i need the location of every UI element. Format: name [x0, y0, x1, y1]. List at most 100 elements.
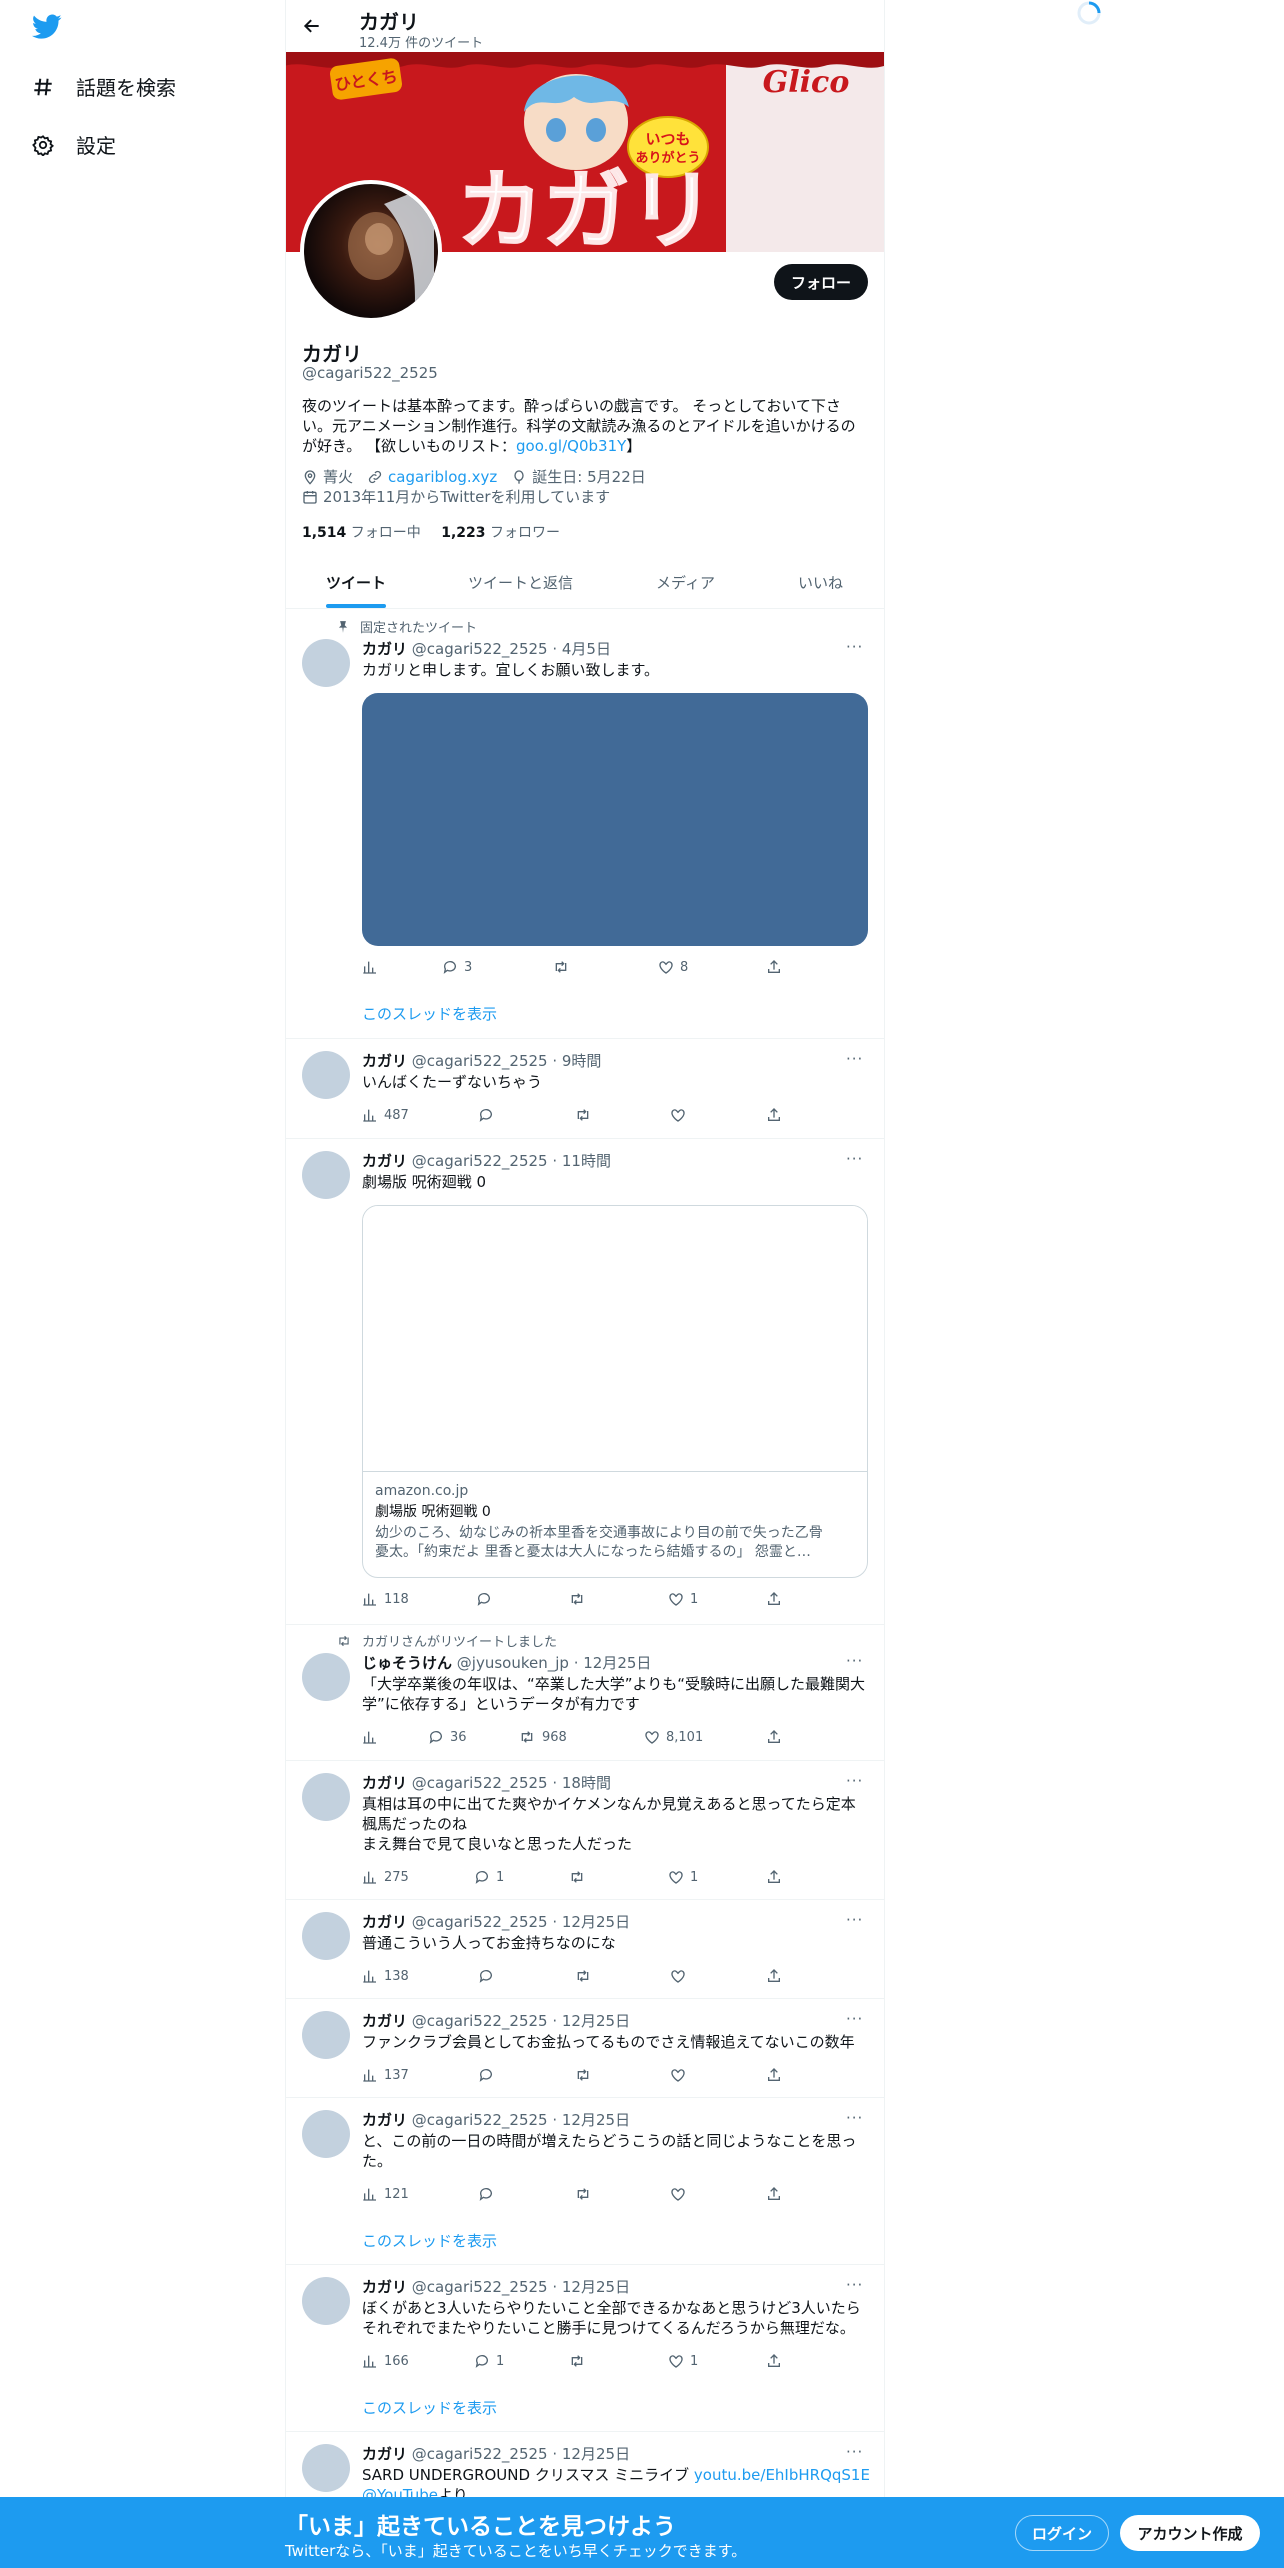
more-icon[interactable]: ···	[846, 1911, 863, 1929]
tab-media[interactable]: メディア	[656, 555, 715, 609]
tweet[interactable]: カガリ @cagari522_2525 · 12月25日 ··· と、この前の一…	[286, 2098, 884, 2265]
like-button[interactable]	[670, 1968, 692, 1984]
retweet-button[interactable]	[574, 2186, 598, 2202]
reply-button[interactable]: 1	[474, 1869, 504, 1885]
tweet-avatar[interactable]	[302, 1773, 350, 1821]
reply-button[interactable]	[478, 2067, 500, 2083]
views-button[interactable]: 121	[362, 2186, 409, 2202]
share-button[interactable]	[766, 1591, 788, 1607]
views-button[interactable]	[362, 1729, 384, 1745]
link-card[interactable]: amazon.co.jp 劇場版 呪術廻戦 0 幼少のころ、幼なじみの祈本里香を…	[362, 1205, 868, 1578]
tweet-link[interactable]: youtu.be/EhIbHRQqS1E	[694, 2466, 870, 2484]
tweet-media[interactable]	[362, 693, 868, 946]
followers-link[interactable]: 1,223 フォロワー	[441, 525, 560, 541]
share-button[interactable]	[766, 2353, 788, 2369]
views-button[interactable]: 137	[362, 2067, 409, 2083]
tweet-avatar[interactable]	[302, 1151, 350, 1199]
tweet[interactable]: カガリ @cagari522_2525 · 12月25日 ··· 普通こういう人…	[286, 1900, 884, 1999]
reply-button[interactable]: 1	[474, 2353, 504, 2369]
show-thread-link[interactable]: このスレッドを表示	[362, 2230, 497, 2251]
more-icon[interactable]: ···	[846, 1652, 863, 1670]
tweet[interactable]: 固定されたツイート カガリ @cagari522_2525 · 4月5日 ···…	[286, 609, 884, 1039]
more-icon[interactable]: ···	[846, 1772, 863, 1790]
signup-button[interactable]: アカウント作成	[1120, 2515, 1260, 2551]
share-button[interactable]	[766, 1968, 788, 1984]
share-button[interactable]	[766, 2186, 788, 2202]
reply-button[interactable]: 3	[442, 959, 472, 975]
back-arrow-icon[interactable]	[302, 16, 322, 36]
views-button[interactable]: 487	[362, 1107, 409, 1123]
views-button[interactable]: 275	[362, 1869, 409, 1885]
retweet-button[interactable]	[574, 2067, 598, 2083]
share-button[interactable]	[766, 2067, 788, 2083]
retweet-button[interactable]	[568, 1591, 592, 1607]
following-link[interactable]: 1,514 フォロー中	[302, 525, 421, 541]
share-button[interactable]	[766, 959, 788, 975]
like-button[interactable]: 1	[668, 2353, 698, 2369]
nav-settings[interactable]: 設定	[32, 130, 116, 159]
like-button[interactable]: 8,101	[644, 1729, 703, 1745]
retweet-button[interactable]	[574, 1968, 598, 1984]
views-button[interactable]: 138	[362, 1968, 409, 1984]
more-icon[interactable]: ···	[846, 2109, 863, 2127]
reply-button[interactable]	[476, 1591, 498, 1607]
tweet-avatar[interactable]	[302, 1653, 350, 1701]
retweet-button[interactable]	[552, 959, 576, 975]
share-button[interactable]	[766, 1869, 788, 1885]
tweet[interactable]: カガリ @cagari522_2525 · 18時間 ··· 真相は耳の中に出て…	[286, 1761, 884, 1900]
tweet[interactable]: カガリ @cagari522_2525 · 12月25日 ··· ファンクラブ会…	[286, 1999, 884, 2098]
show-thread-link[interactable]: このスレッドを表示	[362, 1003, 497, 1024]
more-icon[interactable]: ···	[846, 2010, 863, 2028]
like-button[interactable]	[670, 2186, 692, 2202]
like-button[interactable]	[670, 1107, 692, 1123]
tweet[interactable]: カガリさんがリツイートしました じゅそうけん @jyusouken_jp · 1…	[286, 1625, 884, 1761]
more-icon[interactable]: ···	[846, 1150, 863, 1168]
nav-explore[interactable]: 話題を検索	[32, 72, 176, 101]
views-button[interactable]: 118	[362, 1591, 409, 1607]
tweet-avatar[interactable]	[302, 2444, 350, 2492]
tab-tweets[interactable]: ツイート	[326, 555, 386, 609]
tweet-avatar[interactable]	[302, 639, 350, 687]
signup-banner-subtitle: Twitterなら、「いま」起きていることをいち早くチェックできます。	[285, 2542, 747, 2560]
views-button[interactable]	[362, 959, 384, 975]
tweet-avatar[interactable]	[302, 1912, 350, 1960]
reply-button[interactable]: 36	[428, 1729, 467, 1745]
bio-wishlist-link[interactable]: goo.gl/Q0b31Y	[516, 437, 626, 455]
tweet-actions: 275 1 1	[362, 1869, 782, 1889]
retweet-button[interactable]	[574, 1107, 598, 1123]
tweet-avatar[interactable]	[302, 1051, 350, 1099]
tweet-meta: @cagari522_2525 · 4月5日	[411, 640, 611, 658]
twitter-logo-icon[interactable]	[32, 14, 62, 40]
tweet-avatar[interactable]	[302, 2110, 350, 2158]
profile-avatar[interactable]	[300, 180, 442, 322]
more-icon[interactable]: ···	[846, 2443, 863, 2461]
more-icon[interactable]: ···	[846, 638, 863, 656]
reply-icon	[479, 1970, 492, 1983]
reply-button[interactable]	[478, 1968, 500, 1984]
like-button[interactable]: 1	[668, 1591, 698, 1607]
reply-button[interactable]	[478, 2186, 500, 2202]
share-button[interactable]	[766, 1107, 788, 1123]
tweet[interactable]: カガリ @cagari522_2525 · 9時間 ··· いんばくたーずないち…	[286, 1039, 884, 1139]
tab-tweets-replies[interactable]: ツイートと返信	[468, 555, 573, 609]
login-button[interactable]: ログイン	[1015, 2515, 1109, 2551]
tweet-avatar[interactable]	[302, 2011, 350, 2059]
show-thread-link[interactable]: このスレッドを表示	[362, 2397, 497, 2418]
retweet-button[interactable]	[568, 2353, 592, 2369]
tweet[interactable]: カガリ @cagari522_2525 · 11時間 ··· 劇場版 呪術廻戦 …	[286, 1139, 884, 1625]
tweet[interactable]: カガリ @cagari522_2525 · 12月25日 ··· ぼくがあと3人…	[286, 2265, 884, 2432]
retweet-button[interactable]: 968	[518, 1729, 567, 1745]
like-button[interactable]: 1	[668, 1869, 698, 1885]
like-button[interactable]: 8	[658, 959, 688, 975]
follow-button[interactable]: フォロー	[774, 264, 868, 300]
retweet-button[interactable]	[568, 1869, 592, 1885]
views-button[interactable]: 166	[362, 2353, 409, 2369]
profile-website-link[interactable]: cagariblog.xyz	[388, 468, 497, 486]
share-button[interactable]	[766, 1729, 788, 1745]
more-icon[interactable]: ···	[846, 2276, 863, 2294]
more-icon[interactable]: ···	[846, 1050, 863, 1068]
reply-button[interactable]	[478, 1107, 500, 1123]
tab-likes[interactable]: いいね	[798, 555, 843, 609]
like-button[interactable]	[670, 2067, 692, 2083]
tweet-avatar[interactable]	[302, 2277, 350, 2325]
